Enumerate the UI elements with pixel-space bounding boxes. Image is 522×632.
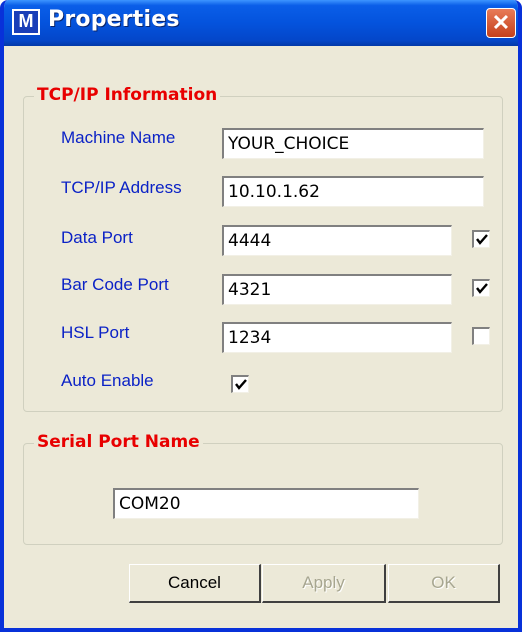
app-icon: M	[12, 9, 40, 35]
tcpip-address-label: TCP/IP Address	[61, 178, 182, 197]
auto-enable-checkbox[interactable]	[231, 375, 249, 393]
apply-button-label: Apply	[302, 573, 345, 592]
checkmark-icon	[476, 234, 488, 245]
title-bar[interactable]: M Properties ✕	[4, 0, 518, 46]
data-port-checkbox[interactable]	[472, 230, 490, 248]
ok-button-label: OK	[431, 573, 456, 592]
data-port-label: Data Port	[61, 228, 133, 247]
serial-port-group-legend: Serial Port Name	[34, 432, 203, 452]
serial-port-field[interactable]: COM20	[113, 488, 419, 519]
checkmark-icon	[476, 283, 488, 294]
close-button[interactable]: ✕	[486, 8, 516, 38]
properties-dialog: M Properties ✕ TCP/IP Information Machin…	[0, 0, 522, 632]
checkmark-icon	[235, 379, 247, 390]
data-port-field[interactable]: 4444	[222, 225, 452, 256]
auto-enable-label: Auto Enable	[61, 371, 154, 390]
cancel-button-label: Cancel	[168, 573, 221, 592]
bar-code-port-checkbox[interactable]	[472, 279, 490, 297]
close-icon: ✕	[491, 10, 511, 35]
hsl-port-label: HSL Port	[61, 323, 130, 342]
machine-name-label: Machine Name	[61, 128, 176, 147]
machine-name-field[interactable]: YOUR_CHOICE	[222, 128, 484, 159]
hsl-port-checkbox[interactable]	[472, 327, 490, 345]
window-title: Properties	[48, 7, 180, 32]
cancel-button[interactable]: Cancel	[129, 564, 261, 603]
bar-code-port-field[interactable]: 4321	[222, 274, 452, 305]
tcpip-group-legend: TCP/IP Information	[34, 85, 221, 105]
tcpip-address-field[interactable]: 10.10.1.62	[222, 176, 484, 207]
apply-button[interactable]: Apply	[262, 564, 386, 603]
ok-button[interactable]: OK	[388, 564, 500, 603]
bar-code-port-label: Bar Code Port	[61, 275, 169, 294]
hsl-port-field[interactable]: 1234	[222, 322, 452, 353]
